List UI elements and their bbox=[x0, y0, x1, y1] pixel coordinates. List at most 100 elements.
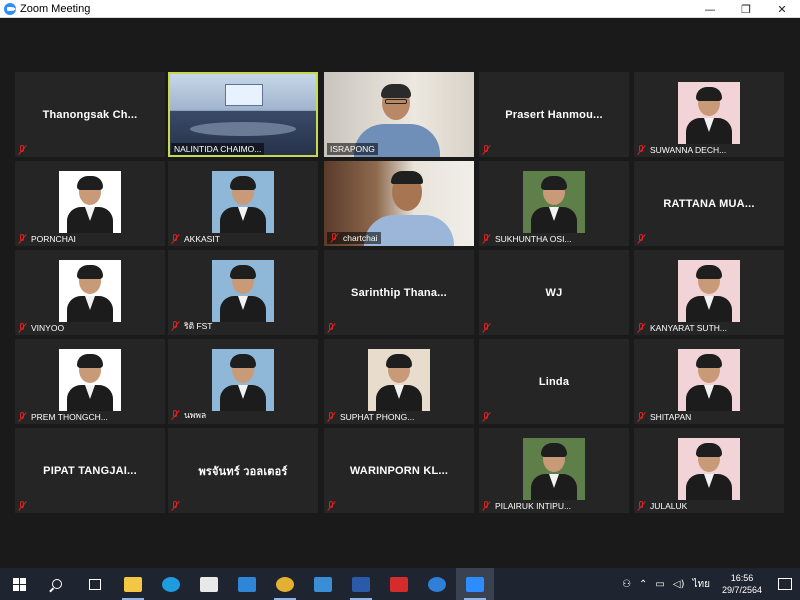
start-button[interactable] bbox=[0, 568, 38, 600]
participant-label: นพพล bbox=[171, 408, 206, 422]
minimize-button[interactable]: — bbox=[692, 0, 728, 18]
participant-name: พรจันทร์ วอลเตอร์ bbox=[198, 465, 288, 478]
participant-name: Linda bbox=[538, 375, 570, 388]
acrobat-taskbar-button[interactable] bbox=[380, 568, 418, 600]
pinned-apps bbox=[114, 568, 494, 600]
participant-display-name: PREM THONGCH... bbox=[31, 412, 108, 422]
participant-label bbox=[482, 323, 495, 333]
participant-tile[interactable]: SUPHAT PHONG... bbox=[324, 339, 474, 424]
participant-tile[interactable]: WJ bbox=[479, 250, 629, 335]
participant-tile[interactable]: NALINTIDA CHAIMO... bbox=[168, 72, 318, 157]
search-button[interactable] bbox=[38, 568, 76, 600]
zoom-taskbar-button[interactable] bbox=[456, 568, 494, 600]
participant-label bbox=[637, 234, 650, 244]
store-taskbar-button[interactable] bbox=[190, 568, 228, 600]
mail-icon bbox=[238, 576, 256, 592]
participant-display-name: ริติ FST bbox=[184, 321, 213, 331]
windows-logo-icon bbox=[12, 577, 26, 591]
volume-icon[interactable]: ◁) bbox=[673, 579, 685, 590]
participant-label: SUKHUNTHA OSI... bbox=[482, 234, 572, 244]
chrome-taskbar-button[interactable] bbox=[266, 568, 304, 600]
participant-display-name: VINYOO bbox=[31, 323, 65, 333]
people-icon[interactable]: ⚇ bbox=[622, 579, 631, 590]
zoom-window: Zoom Meeting — ❐ ✕ Thanongsak Ch... NALIN… bbox=[0, 0, 800, 600]
chevron-up-icon[interactable]: ⌃ bbox=[639, 579, 647, 590]
notification-icon[interactable] bbox=[778, 578, 792, 590]
help-icon bbox=[428, 576, 446, 592]
file-explorer-icon bbox=[124, 576, 142, 592]
participant-tile[interactable]: chartchai bbox=[324, 161, 474, 246]
word-taskbar-button[interactable] bbox=[342, 568, 380, 600]
participant-tile[interactable]: SUKHUNTHA OSI... bbox=[479, 161, 629, 246]
participant-tile[interactable]: นพพล bbox=[168, 339, 318, 424]
edge-taskbar-button[interactable] bbox=[152, 568, 190, 600]
chrome-icon bbox=[276, 576, 294, 592]
window-controls: — ❐ ✕ bbox=[692, 0, 800, 18]
participant-display-name: ISRAPONG bbox=[330, 144, 375, 154]
participant-label: PREM THONGCH... bbox=[18, 412, 108, 422]
language-indicator[interactable]: ไทย bbox=[692, 577, 709, 592]
participant-label bbox=[327, 501, 340, 511]
file-explorer-taskbar-button[interactable] bbox=[114, 568, 152, 600]
participant-name: Thanongsak Ch... bbox=[42, 108, 138, 121]
window-title: Zoom Meeting bbox=[20, 2, 91, 15]
participant-label: SHITAPAN bbox=[637, 412, 691, 422]
system-tray: ⚇ ⌃ ▭ ◁) ไทย 16:56 29/7/2564 bbox=[618, 568, 800, 600]
profile-photo bbox=[678, 260, 740, 322]
mail-taskbar-button[interactable] bbox=[228, 568, 266, 600]
participant-display-name: นพพล bbox=[184, 410, 207, 420]
muted-mic-icon bbox=[482, 145, 491, 155]
participant-tile[interactable]: PORNCHAI bbox=[15, 161, 165, 246]
zoom-icon bbox=[466, 576, 484, 592]
profile-photo bbox=[59, 260, 121, 322]
participant-display-name: JULALUK bbox=[650, 501, 688, 511]
participant-label: ISRAPONG bbox=[327, 143, 378, 155]
profile-photo bbox=[523, 171, 585, 233]
muted-mic-icon bbox=[482, 501, 491, 511]
photos-taskbar-button[interactable] bbox=[304, 568, 342, 600]
participant-tile[interactable]: Linda bbox=[479, 339, 629, 424]
muted-mic-icon bbox=[637, 145, 646, 155]
participant-tile[interactable]: พรจันทร์ วอลเตอร์ bbox=[168, 428, 318, 513]
muted-mic-icon bbox=[18, 145, 27, 155]
participant-tile[interactable]: JULALUK bbox=[634, 428, 784, 513]
participant-label bbox=[482, 145, 495, 155]
participant-tile[interactable]: ริติ FST bbox=[168, 250, 318, 335]
participant-tile[interactable]: Thanongsak Ch... bbox=[15, 72, 165, 157]
close-button[interactable]: ✕ bbox=[764, 0, 800, 18]
muted-mic-icon bbox=[171, 321, 180, 331]
participant-tile[interactable]: KANYARAT SUTH... bbox=[634, 250, 784, 335]
participant-label: AKKASIT bbox=[171, 234, 220, 244]
muted-mic-icon bbox=[327, 323, 336, 333]
participant-tile[interactable]: PREM THONGCH... bbox=[15, 339, 165, 424]
task-view-button[interactable] bbox=[76, 568, 114, 600]
profile-photo bbox=[678, 349, 740, 411]
muted-mic-icon bbox=[637, 412, 646, 422]
participant-tile[interactable]: AKKASIT bbox=[168, 161, 318, 246]
participant-tile[interactable]: ISRAPONG bbox=[324, 72, 474, 157]
participant-tile[interactable]: Prasert Hanmou... bbox=[479, 72, 629, 157]
participant-tile[interactable]: WARINPORN KL... bbox=[324, 428, 474, 513]
participant-tile[interactable]: PILAIRUK INTIPU... bbox=[479, 428, 629, 513]
participant-display-name: SUPHAT PHONG... bbox=[340, 412, 415, 422]
participant-label: PORNCHAI bbox=[18, 234, 76, 244]
photos-icon bbox=[314, 576, 332, 592]
word-icon bbox=[352, 576, 370, 592]
participant-tile[interactable]: SHITAPAN bbox=[634, 339, 784, 424]
restore-button[interactable]: ❐ bbox=[728, 0, 764, 18]
search-icon bbox=[52, 579, 62, 589]
participant-tile[interactable]: Sarinthip Thana... bbox=[324, 250, 474, 335]
participant-tile[interactable]: PIPAT TANGJAI... bbox=[15, 428, 165, 513]
participant-display-name: chartchai bbox=[343, 233, 378, 243]
clock[interactable]: 16:56 29/7/2564 bbox=[722, 572, 762, 596]
muted-mic-icon bbox=[637, 501, 646, 511]
network-icon[interactable]: ▭ bbox=[655, 579, 664, 590]
help-taskbar-button[interactable] bbox=[418, 568, 456, 600]
participant-tile[interactable]: VINYOO bbox=[15, 250, 165, 335]
title-bar: Zoom Meeting — ❐ ✕ bbox=[0, 0, 800, 18]
participant-tile[interactable]: SUWANNA DECH... bbox=[634, 72, 784, 157]
profile-photo bbox=[59, 171, 121, 233]
participant-label bbox=[171, 501, 184, 511]
participant-label: ริติ FST bbox=[171, 319, 213, 333]
participant-tile[interactable]: RATTANA MUA... bbox=[634, 161, 784, 246]
